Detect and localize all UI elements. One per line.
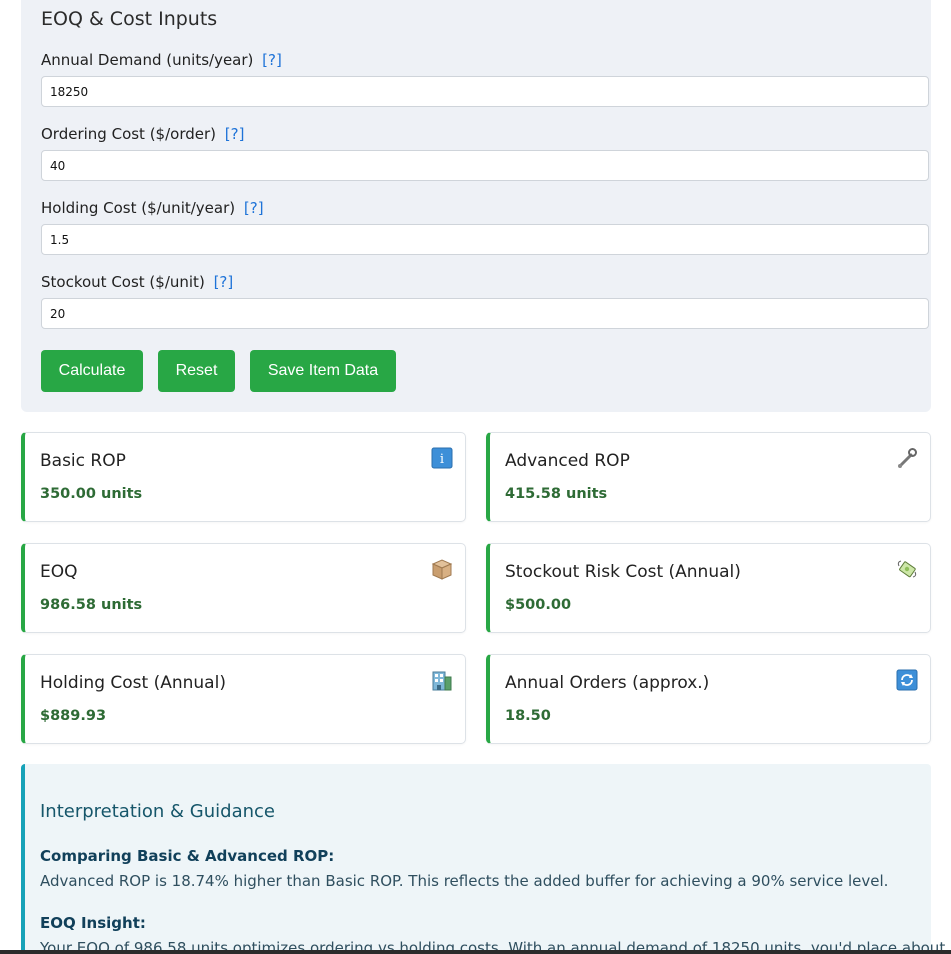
ordering-cost-input[interactable] xyxy=(41,150,929,181)
money-wings-icon xyxy=(897,560,917,578)
holding-cost-help-link[interactable]: [?] xyxy=(244,199,264,217)
stockout-cost-label-text: Stockout Cost ($/unit) xyxy=(41,273,205,291)
ordering-cost-help-link[interactable]: [?] xyxy=(225,125,245,143)
guidance-section-text: Advanced ROP is 18.74% higher than Basic… xyxy=(40,872,889,890)
card-title: Basic ROP xyxy=(40,451,126,471)
window-bottom-edge xyxy=(0,950,951,954)
save-item-data-button[interactable]: Save Item Data xyxy=(250,350,396,392)
ordering-cost-label: Ordering Cost ($/order) [?] xyxy=(41,125,244,143)
holding-cost-label: Holding Cost ($/unit/year) [?] xyxy=(41,199,264,217)
ordering-cost-label-text: Ordering Cost ($/order) xyxy=(41,125,217,143)
result-card-holding-cost: Holding Cost (Annual) $889.93 xyxy=(21,654,466,744)
interpretation-guidance-panel: Interpretation & Guidance Comparing Basi… xyxy=(21,764,945,954)
reset-button[interactable]: Reset xyxy=(158,350,235,392)
result-card-advanced-rop: Advanced ROP 415.58 units xyxy=(486,432,931,522)
stockout-cost-help-link[interactable]: [?] xyxy=(214,273,234,291)
card-value: $500.00 xyxy=(505,597,572,613)
guidance-section-heading: Comparing Basic & Advanced ROP: xyxy=(40,847,335,865)
card-title: EOQ xyxy=(40,562,78,582)
package-icon xyxy=(431,559,453,580)
result-card-basic-rop: Basic ROP 350.00 units i xyxy=(21,432,466,522)
card-title: Holding Cost (Annual) xyxy=(40,673,226,693)
card-title: Advanced ROP xyxy=(505,451,630,471)
building-icon xyxy=(432,671,452,691)
annual-demand-input[interactable] xyxy=(41,76,929,107)
refresh-icon xyxy=(896,669,918,691)
result-card-annual-orders: Annual Orders (approx.) 18.50 xyxy=(486,654,931,744)
card-value: 18.50 xyxy=(505,708,551,724)
guidance-title: Interpretation & Guidance xyxy=(40,801,275,822)
svg-text:i: i xyxy=(440,452,444,467)
result-card-stockout-risk-cost: Stockout Risk Cost (Annual) $500.00 xyxy=(486,543,931,633)
stockout-cost-input[interactable] xyxy=(41,298,929,329)
holding-cost-input[interactable] xyxy=(41,224,929,255)
holding-cost-label-text: Holding Cost ($/unit/year) xyxy=(41,199,236,217)
info-icon: i xyxy=(431,447,453,469)
card-value: 415.58 units xyxy=(505,486,608,502)
wrench-icon xyxy=(898,448,917,468)
card-value: 986.58 units xyxy=(40,597,143,613)
card-title: Annual Orders (approx.) xyxy=(505,673,710,693)
annual-demand-help-link[interactable]: [?] xyxy=(262,51,282,69)
page: EOQ & Cost Inputs Annual Demand (units/y… xyxy=(0,0,951,954)
guidance-section-heading: EOQ Insight: xyxy=(40,914,146,932)
card-value: $889.93 xyxy=(40,708,107,724)
calculate-button[interactable]: Calculate xyxy=(41,350,143,392)
eoq-inputs-panel: EOQ & Cost Inputs Annual Demand (units/y… xyxy=(21,0,931,412)
stockout-cost-label: Stockout Cost ($/unit) [?] xyxy=(41,273,233,291)
annual-demand-label: Annual Demand (units/year) [?] xyxy=(41,51,282,69)
card-value: 350.00 units xyxy=(40,486,143,502)
annual-demand-label-text: Annual Demand (units/year) xyxy=(41,51,254,69)
result-card-eoq: EOQ 986.58 units xyxy=(21,543,466,633)
card-title: Stockout Risk Cost (Annual) xyxy=(505,562,741,582)
panel-title: EOQ & Cost Inputs xyxy=(41,8,218,30)
